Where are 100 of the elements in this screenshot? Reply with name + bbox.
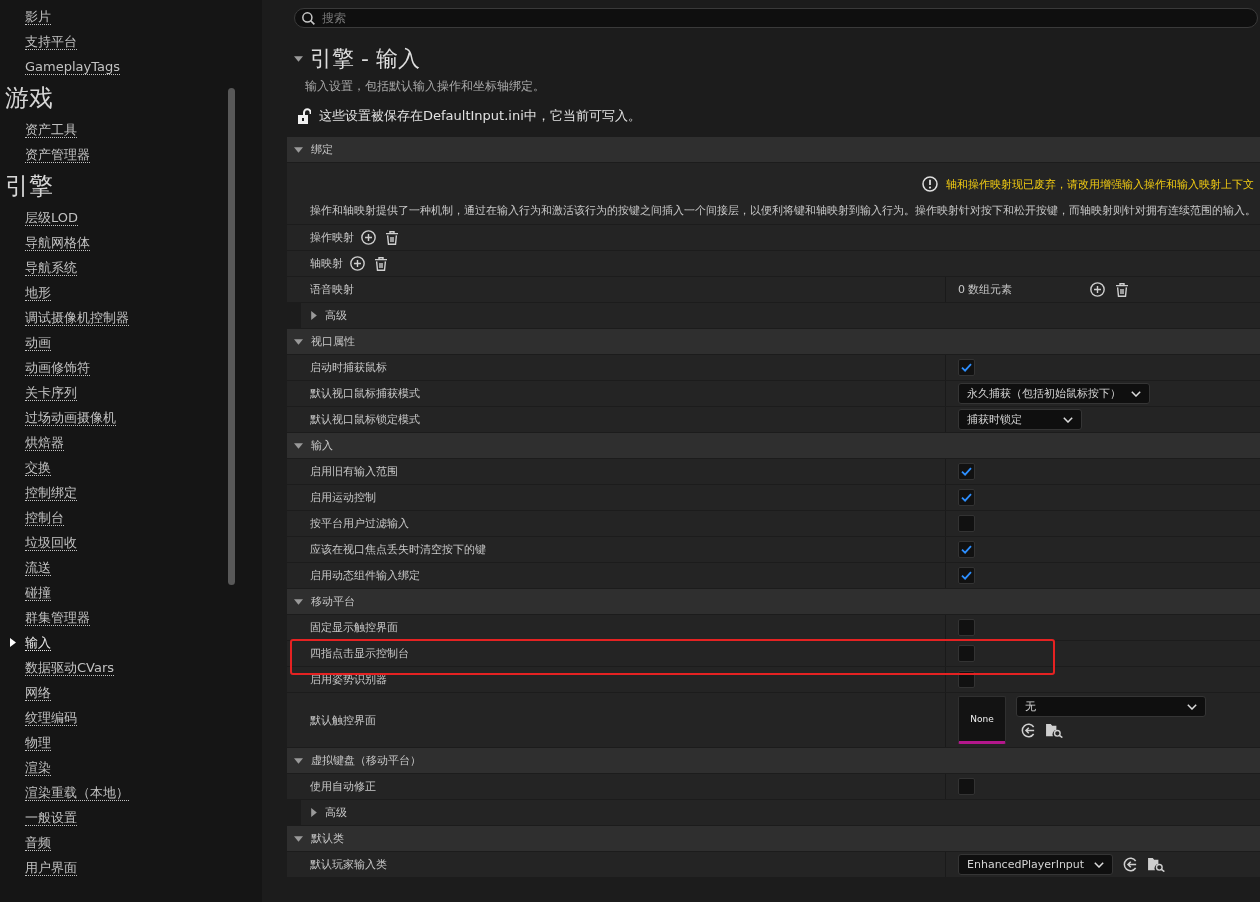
checkbox[interactable] [958, 541, 975, 558]
group-row[interactable]: 高级 [301, 800, 1260, 825]
sidebar-item[interactable]: 导航网格体 [25, 234, 90, 251]
section-header[interactable]: 输入 [287, 433, 1260, 458]
add-icon[interactable] [1090, 282, 1105, 297]
caret-down-icon[interactable] [294, 598, 303, 605]
caret-right-icon[interactable] [311, 808, 317, 817]
arrow-left-circle-icon[interactable] [1021, 723, 1036, 738]
scrollbar-thumb[interactable] [228, 88, 235, 585]
sidebar-item[interactable]: 纹理编码 [25, 709, 77, 726]
sidebar-item[interactable]: 导航系统 [25, 259, 77, 276]
chevron-down-icon [1131, 390, 1141, 397]
sidebar-item[interactable]: 过场动画摄像机 [25, 409, 116, 426]
property-label: 默认玩家输入类 [310, 857, 387, 872]
checkbox[interactable] [958, 567, 975, 584]
caret-down-icon[interactable] [294, 146, 303, 153]
sidebar-item[interactable]: 群集管理器 [25, 609, 90, 626]
sidebar-item[interactable]: 交换 [25, 459, 51, 476]
storage-note: 这些设置被保存在DefaultInput.ini中，它当前可写入。 [319, 107, 641, 125]
checkmark-icon [961, 467, 972, 476]
sidebar-item[interactable]: 渲染重载（本地） [25, 784, 129, 801]
sidebar-item[interactable]: GameplayTags [25, 58, 120, 75]
notice-text: 操作和轴映射提供了一种机制，通过在输入行为和激活该行为的按键之间插入一个间接层，以便利将键和轴映射到输入行为。操作映射针对按下和松开按键，而轴映射则针对拥有连续范围的输入。 [310, 204, 1257, 218]
sidebar-item[interactable]: 烘焙器 [25, 434, 64, 451]
section-header[interactable]: 视口属性 [287, 329, 1260, 354]
padlock-open-icon[interactable] [298, 108, 311, 124]
sidebar-item[interactable]: 支持平台 [25, 33, 77, 50]
sidebar-item[interactable]: 动画 [25, 334, 51, 351]
sidebar-item[interactable]: 用户界面 [25, 859, 77, 876]
checkbox[interactable] [958, 463, 975, 480]
dropdown[interactable]: 无 [1016, 696, 1206, 717]
folder-search-icon[interactable] [1046, 723, 1063, 738]
add-icon[interactable] [350, 256, 365, 271]
caret-down-icon[interactable] [294, 56, 303, 62]
property-label: 使用自动修正 [310, 779, 376, 794]
caret-down-icon[interactable] [294, 442, 303, 449]
sidebar-item[interactable]: 影片 [25, 8, 51, 25]
category-heading: 游戏 [4, 83, 54, 114]
sidebar-item[interactable]: 渲染 [25, 759, 51, 776]
group-row[interactable]: 高级 [301, 303, 1260, 328]
trash-icon[interactable] [1116, 282, 1128, 297]
caret-down-icon[interactable] [294, 757, 303, 764]
search-field[interactable]: 搜索 [294, 8, 1258, 28]
property-label: 语音映射 [310, 282, 354, 297]
property-label: 默认视口鼠标捕获模式 [310, 386, 420, 401]
checkbox[interactable] [958, 489, 975, 506]
sidebar-item[interactable]: 资产工具 [25, 121, 77, 138]
sidebar-item[interactable]: 层级LOD [25, 209, 79, 226]
deprecation-warning: 轴和操作映射现已废弃，请改用增强输入操作和输入映射上下文 [946, 176, 1254, 192]
sidebar-item[interactable]: 数据驱动CVars [25, 659, 115, 676]
property-label: 轴映射 [310, 256, 343, 271]
section-header[interactable]: 移动平台 [287, 589, 1260, 614]
sidebar-item[interactable]: 碰撞 [25, 584, 51, 601]
property-label: 启动时捕获鼠标 [310, 360, 387, 375]
checkmark-icon [961, 363, 972, 372]
sidebar-item[interactable]: 地形 [25, 284, 51, 301]
sidebar-item[interactable]: 垃圾回收 [25, 534, 77, 551]
section-header[interactable]: 默认类 [287, 826, 1260, 851]
arrow-left-circle-icon[interactable] [1123, 857, 1139, 872]
page-description: 输入设置，包括默认输入操作和坐标轴绑定。 [305, 78, 546, 94]
add-icon[interactable] [361, 230, 376, 245]
caret-right-icon [10, 638, 16, 647]
trash-icon[interactable] [375, 256, 387, 271]
sidebar-item[interactable]: 关卡序列 [25, 384, 77, 401]
page-title: 引擎 - 输入 [310, 45, 420, 73]
property-label: 启用运动控制 [310, 490, 376, 505]
dropdown[interactable]: 永久捕获（包括初始鼠标按下） [958, 383, 1150, 404]
folder-search-icon[interactable] [1148, 857, 1166, 872]
sidebar-item[interactable]: 物理 [25, 734, 51, 751]
sidebar-item[interactable]: 调试摄像机控制器 [25, 309, 129, 326]
sidebar-item[interactable]: 网络 [25, 684, 51, 701]
asset-thumbnail[interactable]: None [958, 696, 1006, 744]
array-count: 0 数组元素 [958, 282, 1014, 297]
checkbox[interactable] [958, 359, 975, 376]
sidebar-item[interactable]: 控制台 [25, 509, 64, 526]
trash-icon[interactable] [386, 230, 398, 245]
checkbox[interactable] [958, 645, 975, 662]
section-header[interactable]: 绑定 [287, 137, 1260, 162]
checkbox[interactable] [958, 778, 975, 795]
sidebar-item[interactable]: 音频 [25, 834, 51, 851]
sidebar-item[interactable]: 输入 [25, 634, 51, 651]
section-header[interactable]: 虚拟键盘（移动平台） [287, 748, 1260, 773]
sidebar-item[interactable]: 流送 [25, 559, 51, 576]
sidebar-item[interactable]: 控制绑定 [25, 484, 77, 501]
caret-down-icon[interactable] [294, 835, 303, 842]
property-label: 按平台用户过滤输入 [310, 516, 409, 531]
sidebar-item[interactable]: 动画修饰符 [25, 359, 90, 376]
property-label: 默认触控界面 [310, 712, 376, 728]
caret-right-icon[interactable] [311, 311, 317, 320]
sidebar-item[interactable]: 资产管理器 [25, 146, 90, 163]
checkbox[interactable] [958, 619, 975, 636]
chevron-down-icon [1063, 416, 1073, 423]
dropdown[interactable]: EnhancedPlayerInput [958, 854, 1114, 875]
dropdown[interactable]: 捕获时锁定 [958, 409, 1082, 430]
chevron-down-icon [1187, 703, 1197, 710]
caret-down-icon[interactable] [294, 338, 303, 345]
sidebar-item[interactable]: 一般设置 [25, 809, 77, 826]
property-label: 四指点击显示控制台 [310, 646, 409, 661]
checkbox[interactable] [958, 515, 975, 532]
property-label: 默认视口鼠标锁定模式 [310, 412, 420, 427]
